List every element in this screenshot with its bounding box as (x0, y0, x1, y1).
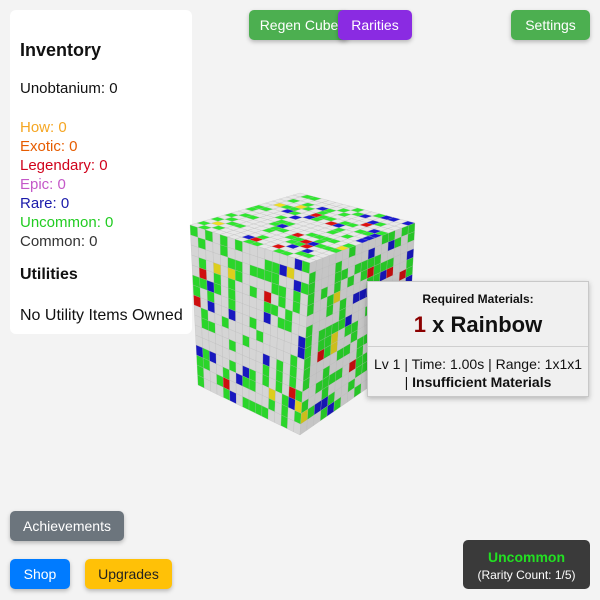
required-materials-panel: Required Materials: 1 x Rainbow Lv 1 | T… (367, 281, 589, 397)
rarity-rare-count: Rare: 0 (20, 195, 70, 212)
settings-button[interactable]: Settings (511, 10, 590, 40)
current-rarity-name: Uncommon (488, 549, 565, 565)
material-quantity: 1 (413, 312, 427, 337)
material-status: | Insufficient Materials (368, 373, 588, 391)
rarity-epic-count: Epic: 0 (20, 176, 66, 193)
rarity-uncommon-count: Uncommon: 0 (20, 214, 114, 231)
rarity-exotic-count: Exotic: 0 (20, 138, 78, 155)
required-material-amount: 1 x Rainbow (368, 312, 588, 338)
rarity-legendary-count: Legendary: 0 (20, 157, 108, 174)
rarities-button[interactable]: Rarities (338, 10, 412, 40)
regen-cube-button[interactable]: Regen Cube (249, 10, 349, 40)
utilities-title: Utilities (20, 266, 78, 283)
rarity-count: (Rarity Count: 1/5) (477, 568, 576, 582)
inventory-panel: Inventory Unobtanium: 0 How: 0 Exotic: 0… (10, 10, 192, 334)
current-rarity-box: Uncommon (Rarity Count: 1/5) (463, 540, 590, 589)
utilities-text: No Utility Items Owned (20, 307, 183, 324)
mining-info: Lv 1 | Time: 1.00s | Range: 1x1x1 | Insu… (368, 355, 588, 391)
mining-stats: Lv 1 | Time: 1.00s | Range: 1x1x1 (373, 356, 583, 372)
inventory-title: Inventory (20, 40, 102, 60)
status-prefix: | (404, 374, 413, 390)
upgrades-button[interactable]: Upgrades (85, 559, 172, 589)
status-text: Insufficient Materials (412, 374, 552, 390)
achievements-button[interactable]: Achievements (10, 511, 124, 541)
divider (368, 346, 588, 347)
rarity-common-count: Common: 0 (20, 233, 98, 250)
unobtanium-count: Unobtanium: 0 (20, 80, 118, 97)
required-materials-header: Required Materials: (422, 292, 534, 306)
material-name: x Rainbow (432, 312, 543, 337)
shop-button[interactable]: Shop (10, 559, 70, 589)
rarity-how-count: How: 0 (20, 119, 67, 136)
